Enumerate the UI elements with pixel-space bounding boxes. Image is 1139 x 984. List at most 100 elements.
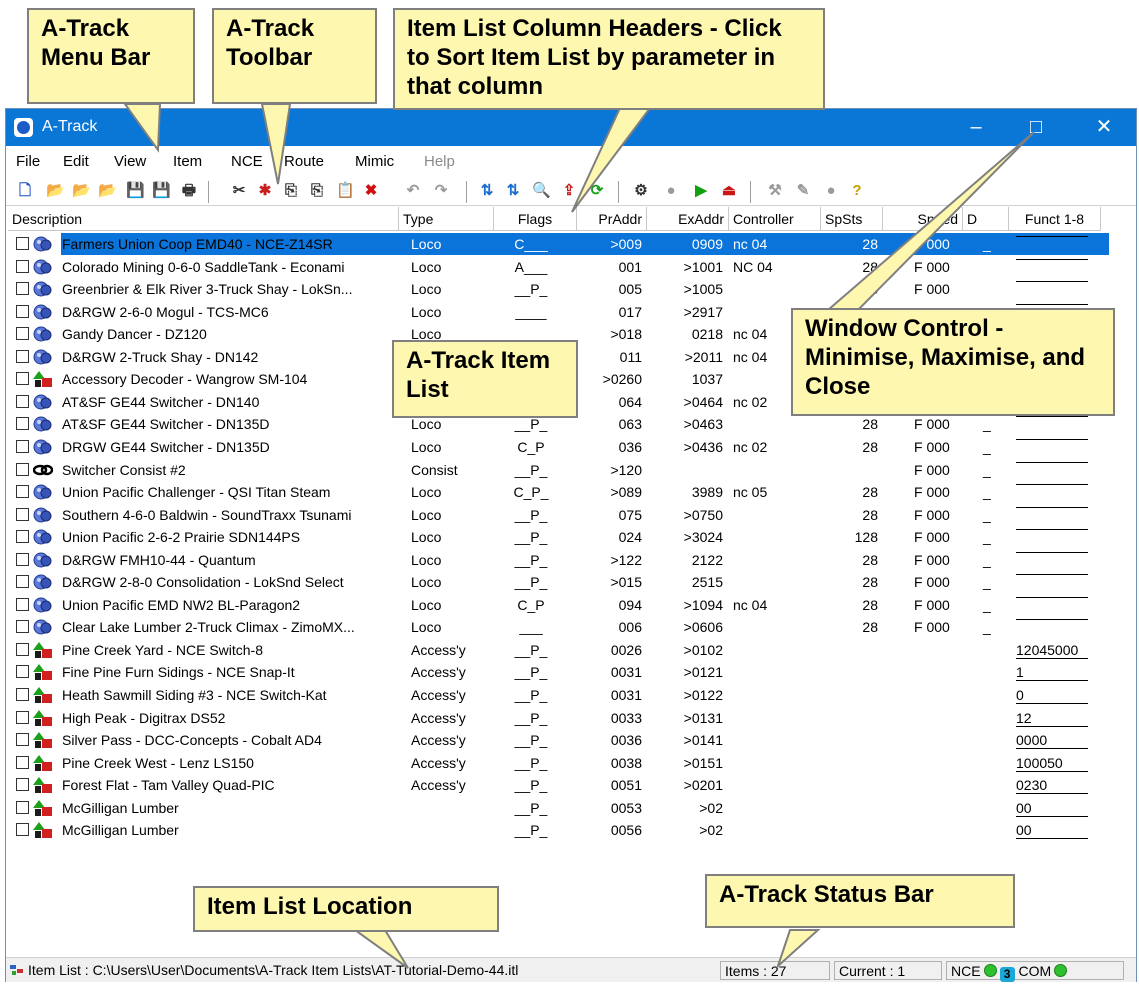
col-header-flags[interactable]: Flags bbox=[494, 207, 577, 231]
open-red-icon[interactable]: 📂 bbox=[72, 182, 91, 200]
col-header-exaddr[interactable]: ExAddr bbox=[647, 207, 729, 231]
undo-icon[interactable]: ↶ bbox=[404, 182, 422, 200]
save-red-icon[interactable]: 💾 bbox=[152, 182, 171, 200]
paste-icon[interactable]: 📋 bbox=[336, 182, 355, 200]
col-header-controller[interactable]: Controller bbox=[729, 207, 821, 231]
row-checkbox[interactable] bbox=[16, 394, 29, 408]
new-item-icon[interactable]: ✱ bbox=[256, 182, 274, 200]
title-bar[interactable]: A-Track – □ ✕ bbox=[6, 109, 1136, 146]
menu-route[interactable]: Route bbox=[284, 153, 324, 170]
row-checkbox[interactable] bbox=[16, 439, 29, 453]
row-checkbox[interactable] bbox=[16, 485, 29, 499]
open-green-icon[interactable]: 📂 bbox=[98, 182, 117, 200]
col-header-praddr[interactable]: PrAddr bbox=[577, 207, 647, 231]
row-checkbox[interactable] bbox=[16, 778, 29, 792]
maximize-button[interactable]: □ bbox=[1010, 109, 1062, 146]
col-header-funct[interactable]: Funct 1-8 bbox=[1009, 207, 1101, 231]
circle-icon[interactable]: ● bbox=[822, 182, 840, 200]
col-header-type[interactable]: Type bbox=[399, 207, 494, 231]
item-row[interactable]: Forest Flat - Tam Valley Quad-PIC Access'… bbox=[6, 774, 1106, 796]
row-checkbox[interactable] bbox=[16, 620, 29, 634]
row-checkbox[interactable] bbox=[16, 259, 29, 273]
item-row[interactable]: D&RGW FMH10-44 - Quantum Loco __P_ >122 2122… bbox=[6, 549, 1106, 571]
item-row[interactable]: Fine Pine Furn Sidings - NCE Snap-It Acce… bbox=[6, 661, 1106, 683]
row-checkbox[interactable] bbox=[16, 462, 29, 476]
item-row[interactable]: Pine Creek West - Lenz LS150 Access'y __P_… bbox=[6, 752, 1106, 774]
item-row[interactable]: McGilligan Lumber __P_ 0053 >02 00 bbox=[6, 797, 1106, 819]
run-icon[interactable]: ▶ bbox=[692, 182, 710, 200]
col-header-dir[interactable]: D bbox=[963, 207, 1009, 231]
row-checkbox[interactable] bbox=[16, 349, 29, 363]
row-checkbox[interactable] bbox=[16, 733, 29, 747]
item-row[interactable]: Heath Sawmill Siding #3 - NCE Switch-Kat… bbox=[6, 684, 1106, 706]
row-checkbox[interactable] bbox=[16, 688, 29, 701]
col-header-speed[interactable]: Speed bbox=[883, 207, 963, 231]
row-checkbox[interactable] bbox=[16, 552, 29, 566]
sort-alt-icon[interactable]: ⇅ bbox=[504, 182, 522, 200]
item-row[interactable]: Pine Creek Yard - NCE Switch-8 Access'y __… bbox=[6, 639, 1106, 661]
row-checkbox[interactable] bbox=[16, 823, 29, 837]
cell-flags: __P_ bbox=[514, 574, 548, 591]
col-header-spsts[interactable]: SpSts bbox=[821, 207, 883, 231]
row-checkbox[interactable] bbox=[16, 417, 29, 431]
row-checkbox[interactable] bbox=[16, 755, 29, 769]
sort-icon[interactable]: ⇅ bbox=[478, 182, 496, 200]
item-row[interactable]: Colorado Mining 0-6-0 SaddleTank - Econa… bbox=[6, 256, 1106, 278]
item-row[interactable]: Union Pacific EMD NW2 BL-Paragon2 Loco C_P… bbox=[6, 594, 1106, 616]
menu-edit[interactable]: Edit bbox=[63, 153, 89, 170]
row-checkbox[interactable] bbox=[16, 304, 29, 318]
row-checkbox[interactable] bbox=[16, 327, 29, 341]
cut-icon[interactable]: ✂ bbox=[230, 182, 248, 200]
exit-icon[interactable]: ⏏ bbox=[720, 182, 738, 200]
menu-view[interactable]: View bbox=[114, 153, 146, 170]
minimize-button[interactable]: – bbox=[950, 109, 1002, 146]
row-checkbox[interactable] bbox=[16, 575, 29, 589]
program-icon[interactable]: ⚒ bbox=[766, 182, 784, 200]
app-icon[interactable] bbox=[14, 118, 33, 137]
row-checkbox[interactable] bbox=[16, 642, 29, 656]
col-header-description[interactable]: Description bbox=[8, 207, 399, 231]
row-checkbox[interactable] bbox=[16, 710, 29, 724]
item-row[interactable]: DRGW GE44 Switcher - DN135D Loco C_P 036 >04… bbox=[6, 436, 1106, 458]
item-row[interactable]: Union Pacific Challenger - QSI Titan Ste… bbox=[6, 481, 1106, 503]
item-row[interactable]: Clear Lake Lumber 2-Truck Climax - ZimoM… bbox=[6, 616, 1106, 638]
duplicate-icon[interactable]: ⎘ bbox=[308, 182, 326, 200]
write-icon[interactable]: ✎ bbox=[794, 182, 812, 200]
item-row[interactable]: Greenbrier & Elk River 3-Truck Shay - Lo… bbox=[6, 278, 1106, 300]
item-row[interactable]: Farmers Union Coop EMD40 - NCE-Z14SR Loco… bbox=[6, 233, 1109, 255]
close-button[interactable]: ✕ bbox=[1078, 109, 1130, 146]
item-row[interactable]: High Peak - Digitrax DS52 Access'y __P_ 003… bbox=[6, 707, 1106, 729]
export-icon[interactable]: ⇪ bbox=[560, 182, 578, 200]
redo-icon[interactable]: ↷ bbox=[432, 182, 450, 200]
menu-nce[interactable]: NCE bbox=[231, 153, 263, 170]
find-icon[interactable]: 🔍 bbox=[532, 182, 551, 200]
copy-icon[interactable]: ⎘ bbox=[282, 182, 300, 200]
stop-icon[interactable]: ● bbox=[662, 182, 680, 200]
row-checkbox[interactable] bbox=[16, 237, 29, 250]
row-checkbox[interactable] bbox=[16, 597, 29, 611]
row-checkbox[interactable] bbox=[16, 282, 29, 296]
settings-icon[interactable]: ⚙ bbox=[632, 182, 650, 200]
help-icon[interactable]: ? bbox=[848, 182, 866, 200]
save-icon[interactable]: 💾 bbox=[126, 182, 145, 200]
item-row[interactable]: Southern 4-6-0 Baldwin - SoundTraxx Tsun… bbox=[6, 504, 1106, 526]
menu-mimic[interactable]: Mimic bbox=[355, 153, 394, 170]
item-row[interactable]: Union Pacific 2-6-2 Prairie SDN144PS Loco… bbox=[6, 526, 1106, 548]
row-checkbox[interactable] bbox=[16, 665, 29, 679]
menu-item[interactable]: Item bbox=[173, 153, 202, 170]
refresh-icon[interactable]: ⟳ bbox=[588, 182, 606, 200]
row-checkbox[interactable] bbox=[16, 372, 29, 386]
new-file-icon[interactable]: 🗋 bbox=[16, 182, 34, 200]
row-checkbox[interactable] bbox=[16, 800, 29, 814]
menu-help[interactable]: Help bbox=[424, 153, 455, 170]
delete-icon[interactable]: ✖ bbox=[362, 182, 380, 200]
item-row[interactable]: Switcher Consist #2 Consist __P_ >120 F 000 _ bbox=[6, 459, 1106, 481]
item-row[interactable]: Silver Pass - DCC-Concepts - Cobalt AD4 A… bbox=[6, 729, 1106, 751]
menu-file[interactable]: File bbox=[16, 153, 40, 170]
open-folder-icon[interactable]: 📂 bbox=[46, 182, 65, 200]
item-row[interactable]: McGilligan Lumber __P_ 0056 >02 00 bbox=[6, 819, 1106, 841]
row-checkbox[interactable] bbox=[16, 507, 29, 521]
item-row[interactable]: D&RGW 2-8-0 Consolidation - LokSnd Selec… bbox=[6, 571, 1106, 593]
row-checkbox[interactable] bbox=[16, 530, 29, 544]
print-icon[interactable]: 🖶 bbox=[180, 182, 198, 200]
